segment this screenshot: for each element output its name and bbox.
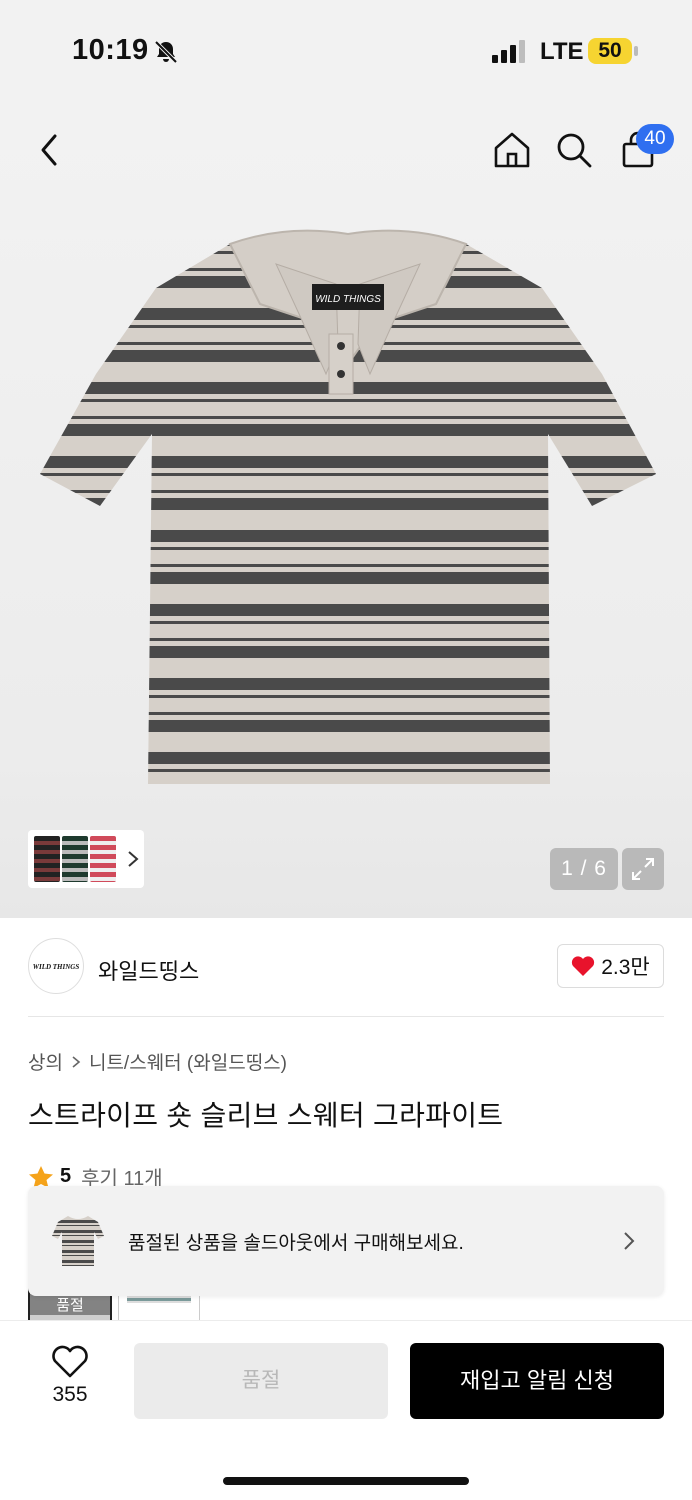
- cart-count-badge: 40: [636, 124, 674, 154]
- breadcrumb-item[interactable]: 상의: [28, 1048, 63, 1075]
- battery-nub: [634, 46, 638, 56]
- network-label: LTE: [540, 38, 584, 65]
- status-bar: 10:19 LTE 50: [0, 0, 692, 100]
- back-icon: [41, 134, 57, 166]
- brand-like-button[interactable]: 2.3만: [557, 944, 664, 988]
- thumbnail-2[interactable]: [62, 836, 88, 882]
- toast-message: 품절된 상품을 솔드아웃에서 구매해보세요.: [128, 1233, 464, 1254]
- expand-button[interactable]: [622, 848, 664, 890]
- product-title: 스트라이프 숏 슬리브 스웨터 그라파이트: [28, 1100, 504, 1131]
- bottom-action-bar: 355 품절 재입고 알림 신청: [0, 1320, 692, 1500]
- gallery-thumbnails[interactable]: [28, 830, 144, 888]
- brand-name[interactable]: 와일드띵스: [98, 954, 199, 986]
- chevron-right-icon: [624, 1232, 635, 1250]
- soldout-toast[interactable]: 품절된 상품을 솔드아웃에서 구매해보세요.: [28, 1186, 664, 1296]
- bell-off-icon: [154, 40, 178, 64]
- signal-icon: [492, 40, 525, 63]
- option-soldout-label: 품절: [30, 1294, 110, 1315]
- brand-logo-mark: WILD THINGS: [33, 963, 80, 971]
- chevron-right-icon: [128, 851, 139, 867]
- brand-row: WILD THINGS 와일드띵스 2.3만: [0, 918, 692, 1018]
- thumbnail-3[interactable]: [90, 836, 116, 882]
- heart-filled-icon: [572, 956, 595, 976]
- brand-logo[interactable]: WILD THINGS: [28, 938, 84, 994]
- brand-like-count: 2.3만: [601, 956, 650, 979]
- soldout-button[interactable]: 품절: [134, 1343, 388, 1419]
- rating-score: 5: [60, 1165, 72, 1187]
- product-gallery[interactable]: 40 WILD THINGS 1 / 6: [0, 100, 692, 918]
- wishlist-button[interactable]: 355: [30, 1345, 110, 1425]
- heart-outline-icon: [52, 1345, 88, 1378]
- thumbnail-1[interactable]: [34, 836, 60, 882]
- image-counter: 1 / 6: [550, 848, 618, 890]
- breadcrumb: 상의 니트/스웨터 (와일드띵스): [28, 1048, 287, 1075]
- product-image[interactable]: WILD THINGS: [36, 224, 660, 808]
- svg-text:WILD THINGS: WILD THINGS: [315, 294, 381, 305]
- battery-indicator: 50: [588, 38, 632, 64]
- home-icon: [494, 132, 530, 168]
- chevron-right-icon: [72, 1055, 81, 1068]
- search-icon: [557, 133, 592, 168]
- star-icon: [29, 1165, 53, 1188]
- back-button[interactable]: [26, 126, 74, 174]
- expand-icon: [632, 858, 654, 880]
- toast-product-thumbnail: [52, 1216, 104, 1266]
- home-button[interactable]: [488, 126, 536, 174]
- svg-text:WILD THINGS: WILD THINGS: [33, 963, 80, 971]
- divider: [28, 1016, 664, 1017]
- wishlist-count: 355: [52, 1383, 88, 1406]
- status-time: 10:19: [72, 34, 149, 66]
- search-button[interactable]: [550, 126, 598, 174]
- home-indicator[interactable]: [223, 1477, 469, 1485]
- restock-alert-button[interactable]: 재입고 알림 신청: [410, 1343, 664, 1419]
- breadcrumb-item[interactable]: 니트/스웨터 (와일드띵스): [89, 1048, 287, 1075]
